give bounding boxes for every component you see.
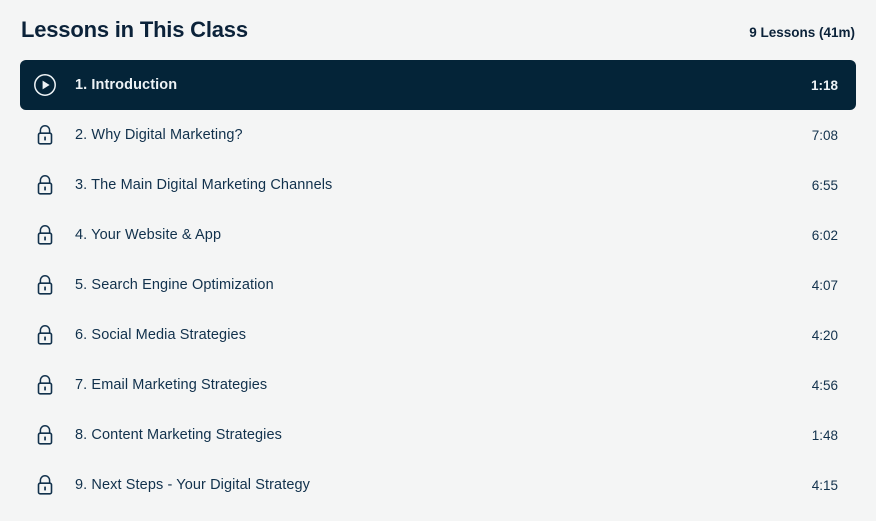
lesson-title: 7. Email Marketing Strategies — [75, 377, 268, 393]
lesson-title: 5. Search Engine Optimization — [75, 277, 274, 293]
lesson-duration: 4:15 — [811, 477, 838, 493]
lesson-title: 6. Social Media Strategies — [75, 327, 247, 343]
lesson-duration: 4:20 — [811, 327, 838, 343]
lesson-title: 1. Introduction — [75, 77, 178, 93]
lesson-row[interactable]: 5. Search Engine Optimization 4:07 — [20, 260, 856, 310]
lock-icon[interactable] — [32, 272, 58, 298]
lesson-row[interactable]: 9. Next Steps - Your Digital Strategy 4:1… — [20, 460, 856, 510]
lesson-title: 9. Next Steps - Your Digital Strategy — [75, 477, 311, 493]
lock-icon[interactable] — [32, 422, 58, 448]
lessons-header: Lessons in This Class 9 Lessons (41m) — [20, 0, 856, 60]
lesson-duration: 1:48 — [811, 427, 838, 443]
lesson-duration: 6:55 — [811, 177, 838, 193]
lesson-list: 1. Introduction 1:18 2. Why Digital Market… — [20, 60, 856, 510]
lock-icon[interactable] — [32, 372, 58, 398]
play-circle-icon[interactable] — [32, 72, 58, 98]
lesson-title: 3. The Main Digital Marketing Channels — [75, 177, 333, 193]
lesson-row[interactable]: 7. Email Marketing Strategies 4:56 — [20, 360, 856, 410]
lesson-duration: 4:56 — [811, 377, 838, 393]
lesson-title: 4. Your Website & App — [75, 227, 222, 243]
page-title: Lessons in This Class — [21, 17, 248, 42]
lock-icon[interactable] — [32, 222, 58, 248]
lock-icon[interactable] — [32, 122, 58, 148]
lesson-row[interactable]: 6. Social Media Strategies 4:20 — [20, 310, 856, 360]
lock-icon[interactable] — [32, 322, 58, 348]
lesson-duration: 6:02 — [811, 227, 838, 243]
lesson-title: 8. Content Marketing Strategies — [75, 427, 283, 443]
lesson-count-summary: 9 Lessons (41m) — [749, 25, 855, 40]
lesson-duration: 7:08 — [811, 127, 838, 143]
lock-icon[interactable] — [32, 472, 58, 498]
lesson-duration: 4:07 — [811, 277, 838, 293]
lesson-title: 2. Why Digital Marketing? — [75, 127, 243, 143]
lesson-row[interactable]: 8. Content Marketing Strategies 1:48 — [20, 410, 856, 460]
lesson-row[interactable]: 4. Your Website & App 6:02 — [20, 210, 856, 260]
lesson-row[interactable]: 1. Introduction 1:18 — [20, 60, 856, 110]
lesson-row[interactable]: 3. The Main Digital Marketing Channels 6:… — [20, 160, 856, 210]
lessons-panel: Lessons in This Class 9 Lessons (41m) 1.… — [0, 0, 876, 521]
lock-icon[interactable] — [32, 172, 58, 198]
lesson-row[interactable]: 2. Why Digital Marketing? 7:08 — [20, 110, 856, 160]
lesson-duration: 1:18 — [810, 77, 838, 93]
